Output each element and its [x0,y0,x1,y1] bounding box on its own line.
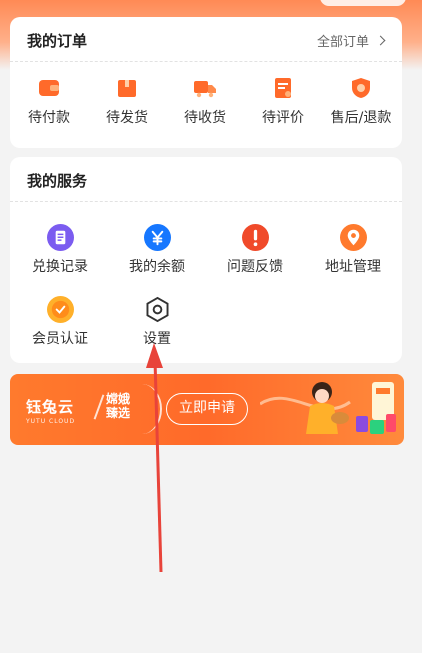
location-pin-icon [339,224,367,251]
banner-brand: 钰兔云 YUTU CLOUD [26,396,75,425]
my-orders-title: 我的订单 [27,32,88,50]
exclamation-icon [241,224,269,251]
header-pill [320,0,406,6]
order-pending-review[interactable]: 待评价 [244,73,322,133]
order-item-label: 待付款 [28,110,70,126]
service-label: 兑换记录 [32,259,88,275]
service-label: 问题反馈 [227,259,283,275]
my-services-header: 我的服务 [10,157,402,202]
order-item-label: 待评价 [262,110,304,126]
service-settings[interactable]: 设置 [111,296,203,354]
order-item-label: 待发货 [106,110,148,126]
service-label: 设置 [143,331,171,347]
service-feedback[interactable]: 问题反馈 [209,224,301,282]
all-orders-link[interactable]: 全部订单 [316,31,386,50]
chevron-right-icon [375,35,386,46]
service-label: 会员认证 [32,331,88,347]
my-orders-header: 我的订单 全部订单 [10,17,402,62]
refund-shield-icon [352,78,370,98]
my-services-title: 我的服务 [27,172,88,190]
service-my-balance[interactable]: 我的余额 [111,224,203,282]
truck-icon [194,81,216,98]
hexagon-settings-icon [146,296,168,323]
order-item-label: 待收货 [184,110,226,126]
service-label: 地址管理 [325,259,381,275]
service-address[interactable]: 地址管理 [307,224,399,282]
order-pending-payment[interactable]: 待付款 [10,73,88,133]
moon-arc-icon [122,384,162,434]
brand-sub: YUTU CLOUD [26,418,76,425]
service-label: 我的余额 [129,259,185,275]
all-orders-label: 全部订单 [316,35,369,50]
service-exchange-record[interactable]: 兑换记录 [14,224,106,282]
wallet-icon [39,80,59,96]
package-icon [118,80,136,97]
order-item-label: 售后/退款 [330,110,392,126]
brand-divider [93,394,105,420]
order-status-row: 待付款 待发货 待收货 待评价 售后/退款 [10,73,402,133]
yen-balance-icon [143,224,171,251]
service-member-verification[interactable]: 会员认证 [14,296,106,354]
member-badge-icon [46,296,74,323]
apply-now-button[interactable]: 立即申请 [166,393,248,425]
my-orders-card: 我的订单 全部订单 待付款 待发货 待收货 待评价 售后/退款 [10,17,402,148]
promo-banner[interactable]: 钰兔云 YUTU CLOUD 嫦娥 臻选 立即申请 [10,374,404,445]
order-pending-shipment[interactable]: 待发货 [88,73,166,133]
my-services-card: 我的服务 兑换记录 我的余额 问题反馈 地址管理 会员认证 设置 [10,157,402,363]
brand-name: 钰兔云 [26,398,75,416]
exchange-record-icon [46,224,74,251]
review-icon [275,78,291,98]
order-after-sales[interactable]: 售后/退款 [322,73,400,133]
banner-illustration [260,382,396,434]
order-pending-receipt[interactable]: 待收货 [166,73,244,133]
